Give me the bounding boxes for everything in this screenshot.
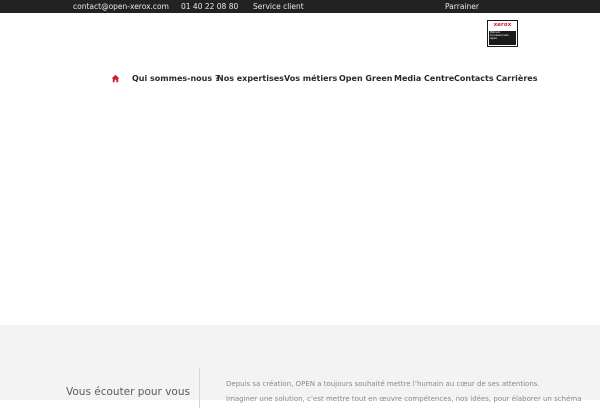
main-navigation: Qui sommes-nous ? Nos expertises Vos mét…	[0, 72, 600, 86]
nav-item-qui-sommes-nous[interactable]: Qui sommes-nous ?	[132, 72, 220, 86]
badge-label: Platinum Concessionnaire Agréé	[489, 31, 516, 45]
home-icon[interactable]	[111, 74, 120, 83]
intro-section: Vous écouter pour vous Depuis sa créatio…	[0, 325, 600, 408]
nav-item-nos-expertises[interactable]: Nos expertises	[217, 72, 284, 86]
badge-line-3: Agréé	[490, 37, 497, 40]
nav-item-carrieres[interactable]: Carrières	[496, 72, 537, 86]
intro-paragraph-1: Depuis sa création, OPEN a toujours souh…	[226, 380, 540, 388]
phone-link[interactable]: 01 40 22 08 80	[181, 1, 238, 12]
nav-item-media-centre[interactable]: Media Centre	[394, 72, 454, 86]
hero-banner	[0, 96, 600, 325]
xerox-logo: xerox	[493, 22, 512, 28]
vertical-divider	[199, 368, 200, 408]
nav-item-open-green[interactable]: Open Green	[339, 72, 393, 86]
intro-paragraph-2: Imaginer une solution, c’est mettre tout…	[226, 395, 582, 403]
xerox-partner-badge: xerox Platinum Concessionnaire Agréé	[487, 20, 518, 47]
top-bar: contact@open-xerox.com 01 40 22 08 80 Se…	[0, 0, 600, 13]
contact-email-link[interactable]: contact@open-xerox.com	[73, 1, 169, 12]
parrainer-link[interactable]: Parrainer	[445, 1, 479, 12]
nav-item-vos-metiers[interactable]: Vos métiers	[284, 72, 337, 86]
section-heading: Vous écouter pour vous	[66, 386, 190, 398]
nav-item-contacts[interactable]: Contacts	[454, 72, 494, 86]
service-client-link[interactable]: Service client	[253, 1, 304, 12]
